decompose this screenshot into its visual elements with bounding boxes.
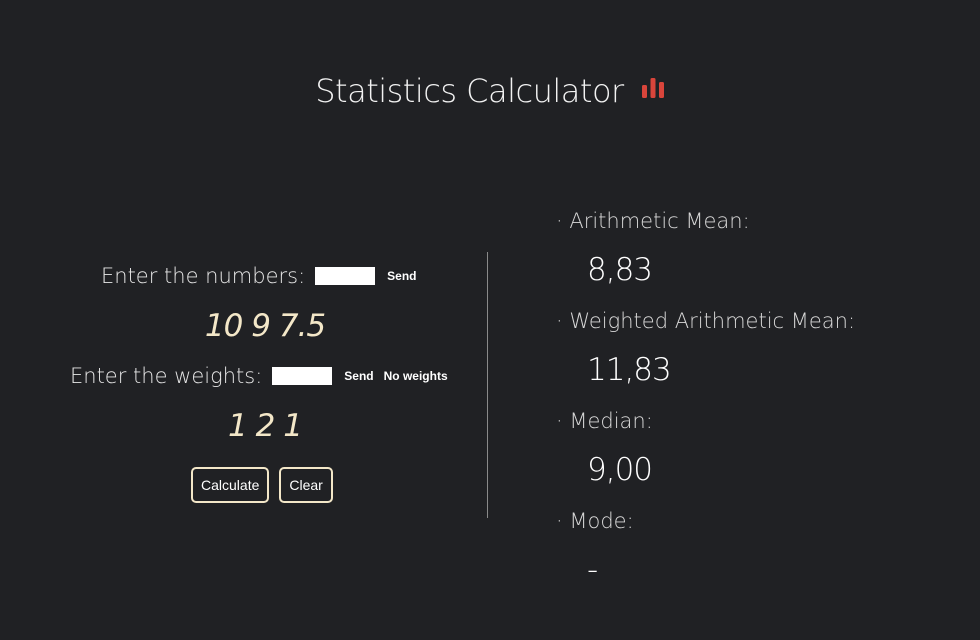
mode-label: · Mode:	[556, 509, 634, 533]
entered-numbers: 10 9 7.5	[204, 308, 326, 344]
arithmetic-mean-value: 8,83	[587, 252, 653, 288]
no-weights-button[interactable]: No weights	[382, 369, 450, 383]
clear-button[interactable]: Clear	[279, 467, 333, 503]
median-label: · Median:	[556, 409, 653, 433]
weighted-mean-label: · Weighted Arithmetic Mean:	[556, 309, 856, 333]
entered-weights: 1 2 1	[228, 408, 303, 444]
arithmetic-mean-label: · Arithmetic Mean:	[556, 209, 750, 233]
numbers-prompt: Enter the numbers:	[101, 264, 306, 288]
weights-prompt: Enter the weights:	[70, 364, 263, 388]
weights-send-button[interactable]: Send	[342, 369, 375, 383]
weights-input[interactable]	[272, 367, 333, 385]
vertical-divider	[487, 252, 488, 518]
page-title: Statistics Calculator	[315, 72, 624, 110]
weights-input-row: Enter the weights: Send No weights	[70, 364, 450, 388]
mode-value: -	[587, 552, 598, 588]
header: Statistics Calculator	[0, 72, 980, 110]
action-buttons: Calculate Clear	[191, 467, 333, 503]
calculate-button[interactable]: Calculate	[191, 467, 270, 503]
median-value: 9,00	[587, 452, 653, 488]
bar-chart-icon	[641, 76, 665, 102]
numbers-send-button[interactable]: Send	[385, 269, 418, 283]
weighted-mean-value: 11,83	[587, 352, 672, 388]
numbers-input[interactable]	[315, 267, 376, 285]
statistics-calculator-page: Statistics Calculator Enter the numbers:…	[0, 0, 980, 640]
numbers-input-row: Enter the numbers: Send	[101, 264, 419, 288]
